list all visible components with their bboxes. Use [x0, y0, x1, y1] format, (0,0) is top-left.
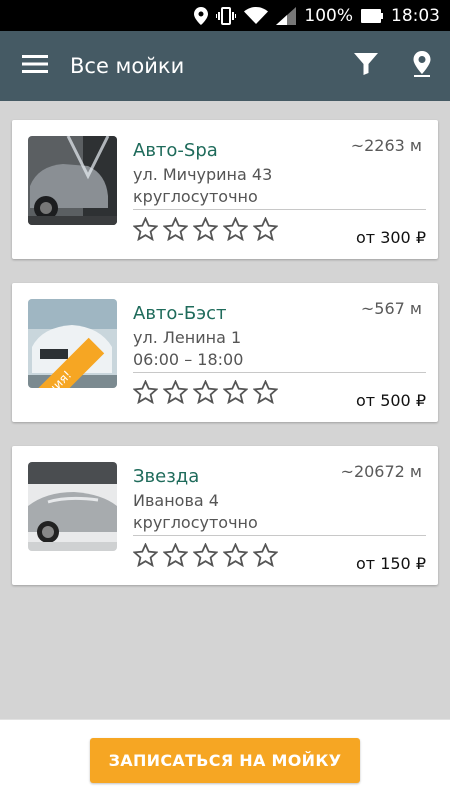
car-wash-distance: ~567 м: [360, 299, 422, 318]
star-outline-icon: [133, 380, 158, 404]
star-outline-icon: [163, 217, 188, 241]
map-pin-icon: [412, 51, 432, 81]
car-wash-hours: круглосуточно: [133, 513, 258, 532]
car-wash-card[interactable]: Звезда ~20672 м Иванова 4 круглосуточно …: [12, 446, 438, 585]
map-button[interactable]: [394, 31, 450, 101]
clock: 18:03: [391, 5, 440, 26]
book-wash-button[interactable]: ЗАПИСАТЬСЯ НА МОЙКУ: [90, 738, 360, 783]
car-wash-address: Иванова 4: [133, 491, 219, 510]
divider: [133, 372, 426, 373]
wifi-icon: [244, 6, 269, 25]
page-title: Все мойки: [70, 54, 185, 78]
car-wash-price: от 150 ₽: [356, 554, 426, 573]
car-wash-photo: Акция!: [28, 299, 117, 388]
vibrate-icon: [216, 6, 237, 25]
status-bar: 100% 18:03: [0, 0, 450, 31]
car-wash-address: ул. Мичурина 43: [133, 165, 273, 184]
car-wash-address: ул. Ленина 1: [133, 328, 242, 347]
star-outline-icon: [193, 380, 218, 404]
divider: [133, 209, 426, 210]
signal-icon: [276, 6, 297, 25]
bottom-bar: ЗАПИСАТЬСЯ НА МОЙКУ: [0, 719, 450, 800]
battery-percent: 100%: [304, 5, 353, 26]
location-status-icon: [194, 6, 209, 25]
rating-stars: [133, 217, 278, 241]
star-outline-icon: [133, 217, 158, 241]
rating-stars: [133, 380, 278, 404]
star-outline-icon: [253, 380, 278, 404]
star-outline-icon: [193, 543, 218, 567]
hamburger-icon: [22, 54, 48, 78]
car-wash-price: от 300 ₽: [356, 228, 426, 247]
car-wash-hours: круглосуточно: [133, 187, 258, 206]
rating-stars: [133, 543, 278, 567]
car-wash-photo: [28, 462, 117, 551]
divider: [133, 535, 426, 536]
filter-button[interactable]: [338, 31, 394, 101]
car-wash-distance: ~2263 м: [350, 136, 422, 155]
car-wash-name: Авто-Бэст: [133, 303, 227, 324]
car-wash-card[interactable]: Акция! Авто-Бэст ~567 м ул. Ленина 1 06:…: [12, 283, 438, 422]
star-outline-icon: [223, 217, 248, 241]
car-wash-name: Звезда: [133, 466, 200, 487]
car-wash-name: Авто-Spa: [133, 140, 218, 161]
car-wash-hours: 06:00 – 18:00: [133, 350, 244, 369]
car-wash-distance: ~20672 м: [340, 462, 422, 481]
filter-icon: [354, 53, 378, 79]
star-outline-icon: [253, 543, 278, 567]
car-wash-list: Авто-Spa ~2263 м ул. Мичурина 43 круглос…: [12, 120, 438, 609]
star-outline-icon: [163, 380, 188, 404]
star-outline-icon: [253, 217, 278, 241]
star-outline-icon: [223, 543, 248, 567]
star-outline-icon: [133, 543, 158, 567]
star-outline-icon: [163, 543, 188, 567]
app-bar: Все мойки: [0, 31, 450, 101]
star-outline-icon: [223, 380, 248, 404]
car-wash-photo: [28, 136, 117, 225]
menu-button[interactable]: [0, 31, 70, 101]
car-wash-price: от 500 ₽: [356, 391, 426, 410]
car-wash-card[interactable]: Авто-Spa ~2263 м ул. Мичурина 43 круглос…: [12, 120, 438, 259]
star-outline-icon: [193, 217, 218, 241]
battery-icon: [361, 8, 383, 23]
